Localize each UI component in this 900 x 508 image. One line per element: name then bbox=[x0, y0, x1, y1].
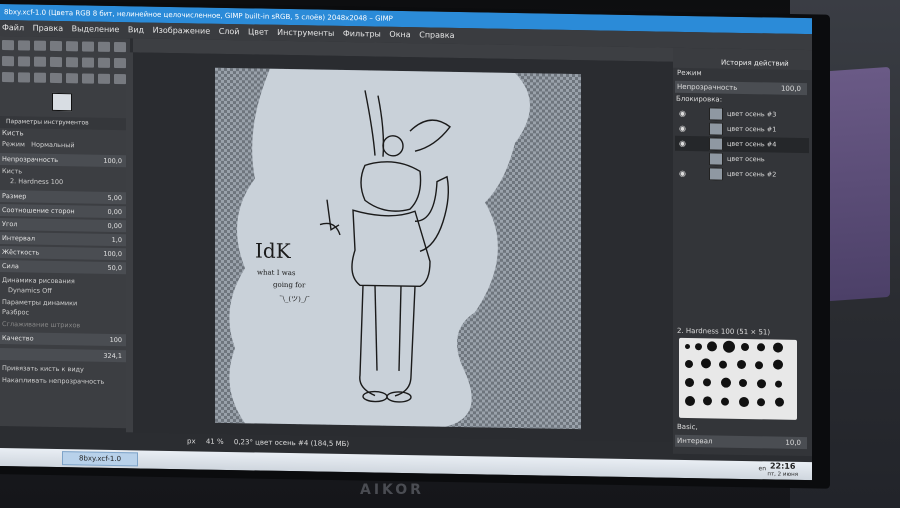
opacity-slider[interactable]: Непрозрачность 100,0 bbox=[0, 153, 126, 168]
brush-label: Кисть bbox=[2, 167, 23, 176]
drawing-text-shrug: ¯\_(ツ)_/¯ bbox=[279, 294, 311, 304]
laptop-screen: 8bxy.xcf-1.0 (Цвета RGB 8 бит, нелинейно… bbox=[0, 4, 812, 481]
menu-file[interactable]: Файл bbox=[2, 23, 24, 32]
brush-name: 2. Hardness 100 (51 × 51) bbox=[677, 326, 771, 337]
tool-icon[interactable] bbox=[66, 57, 78, 68]
tool-icon[interactable] bbox=[34, 72, 46, 83]
right-dock: История действий Режим Непрозрачность 100… bbox=[673, 47, 812, 457]
menu-color[interactable]: Цвет bbox=[248, 27, 269, 36]
menu-select[interactable]: Выделение bbox=[72, 24, 120, 34]
unit-select[interactable]: px bbox=[187, 437, 196, 445]
tool-icon[interactable] bbox=[98, 57, 110, 68]
tool-icon[interactable] bbox=[50, 40, 62, 52]
menu-windows[interactable]: Окна bbox=[389, 30, 410, 39]
menu-filters[interactable]: Фильтры bbox=[343, 29, 381, 39]
layer-thumb bbox=[709, 152, 723, 166]
tool-name: Кисть bbox=[2, 129, 24, 138]
lock-label: Блокировка: bbox=[676, 94, 723, 104]
dynamics-label: Динамика рисования bbox=[2, 276, 75, 286]
smooth-option[interactable]: Сглаживание штрихов bbox=[2, 320, 80, 329]
tool-icon[interactable] bbox=[114, 41, 126, 53]
tool-icon[interactable] bbox=[34, 56, 46, 67]
tool-icon[interactable] bbox=[114, 73, 126, 85]
fg-bg-color[interactable] bbox=[52, 92, 72, 112]
brush-spacing[interactable]: Интервал 10,0 bbox=[675, 434, 807, 450]
tool-icon[interactable] bbox=[50, 56, 62, 68]
brush-preset[interactable]: Basic, bbox=[677, 423, 698, 431]
tool-icons bbox=[2, 40, 130, 88]
menu-edit[interactable]: Правка bbox=[33, 24, 63, 34]
tool-icon[interactable] bbox=[2, 72, 14, 83]
layer-opacity[interactable]: Непрозрачность 100,0 bbox=[675, 80, 807, 96]
aspect-slider[interactable]: Соотношение сторон 0,00 bbox=[0, 204, 126, 219]
tool-icon[interactable] bbox=[2, 40, 14, 51]
angle-slider[interactable]: Угол 0,00 bbox=[0, 218, 126, 233]
menu-layer[interactable]: Слой bbox=[219, 27, 240, 36]
tool-icon[interactable] bbox=[18, 40, 30, 51]
layer-row[interactable]: ◉ цвет осень #2 bbox=[675, 166, 809, 183]
quality-slider[interactable]: Качество 100 bbox=[0, 332, 126, 347]
dynamics-params[interactable]: Параметры динамики bbox=[2, 298, 77, 307]
canvas-area[interactable]: IdK what I was going for ¯\_(ツ)_/¯ bbox=[133, 52, 673, 442]
tool-icon[interactable] bbox=[34, 40, 46, 51]
tab-history[interactable]: История действий bbox=[721, 59, 789, 68]
tool-icon[interactable] bbox=[98, 73, 110, 84]
tool-icon[interactable] bbox=[66, 41, 78, 52]
tool-icon[interactable] bbox=[114, 57, 126, 69]
image-canvas[interactable]: IdK what I was going for ¯\_(ツ)_/¯ bbox=[215, 67, 581, 430]
status-info: 0,23° цвет осень #4 (184,5 МБ) bbox=[233, 438, 350, 449]
size-slider[interactable]: Размер 5,00 bbox=[0, 190, 126, 205]
mode-value[interactable]: Нормальный bbox=[31, 141, 74, 150]
menu-help[interactable]: Справка bbox=[419, 30, 454, 40]
eye-icon[interactable]: ◉ bbox=[679, 106, 686, 121]
tool-icon[interactable] bbox=[82, 73, 94, 84]
tool-icon[interactable] bbox=[66, 73, 78, 84]
eye-icon[interactable]: ◉ bbox=[679, 136, 686, 151]
tool-icon[interactable] bbox=[2, 56, 14, 67]
clock[interactable]: 22:16 пт, 2 июня bbox=[767, 461, 798, 479]
dynamics-value[interactable]: Dynamics Off bbox=[8, 286, 52, 295]
eye-icon[interactable]: ◉ bbox=[679, 166, 686, 181]
menu-tools[interactable]: Инструменты bbox=[277, 28, 334, 38]
toolbox: Параметры инструментов Кисть Режим Норма… bbox=[0, 36, 130, 429]
layer-mode[interactable]: Режим bbox=[677, 69, 702, 77]
tool-icon[interactable] bbox=[18, 56, 30, 67]
tool-options-header: Параметры инструментов bbox=[0, 116, 130, 131]
tool-icon[interactable] bbox=[98, 41, 110, 52]
lock-brush-option[interactable]: Привязать кисть к виду bbox=[2, 364, 84, 373]
keyboard-layout[interactable]: en bbox=[759, 465, 767, 472]
tool-icon[interactable] bbox=[82, 57, 94, 68]
drawing-text-line2: what I was bbox=[257, 268, 296, 278]
hardness-slider[interactable]: Жёсткость 100,0 bbox=[0, 246, 126, 261]
drawing-text-idk: IdK bbox=[255, 238, 291, 264]
spacing-slider[interactable]: Интервал 1,0 bbox=[0, 232, 126, 247]
ruler-left bbox=[126, 52, 133, 433]
taskbar-gimp-button[interactable]: 8bxy.xcf-1.0 bbox=[62, 451, 138, 467]
drawing-text-line3: going for bbox=[273, 280, 306, 290]
laptop-logo: AIKOR bbox=[360, 482, 424, 498]
brush-value[interactable]: 2. Hardness 100 bbox=[10, 177, 63, 186]
photo: 8bxy.xcf-1.0 (Цвета RGB 8 бит, нелинейно… bbox=[0, 0, 900, 508]
brush-grid[interactable] bbox=[679, 337, 797, 420]
tool-icon[interactable] bbox=[82, 41, 94, 52]
factor-slider[interactable]: 324,1 bbox=[0, 348, 126, 363]
zoom-select[interactable]: 41 % bbox=[206, 438, 224, 446]
incremental-option[interactable]: Накапливать непрозрачность bbox=[2, 376, 104, 386]
mode-label: Режим Нормальный bbox=[2, 140, 75, 150]
menu-view[interactable]: Вид bbox=[128, 25, 144, 34]
force-slider[interactable]: Сила 50,0 bbox=[0, 260, 126, 275]
layer-thumb bbox=[709, 137, 723, 151]
tool-icon[interactable] bbox=[18, 72, 30, 83]
jitter-option[interactable]: Разброс bbox=[2, 308, 29, 316]
layer-thumb bbox=[709, 107, 723, 121]
menu-image[interactable]: Изображение bbox=[153, 26, 211, 36]
tool-icon[interactable] bbox=[50, 72, 62, 84]
layer-thumb bbox=[709, 167, 723, 181]
dock-tabs: История действий bbox=[673, 47, 812, 71]
layer-thumb bbox=[709, 122, 723, 136]
eye-icon[interactable]: ◉ bbox=[679, 121, 686, 136]
